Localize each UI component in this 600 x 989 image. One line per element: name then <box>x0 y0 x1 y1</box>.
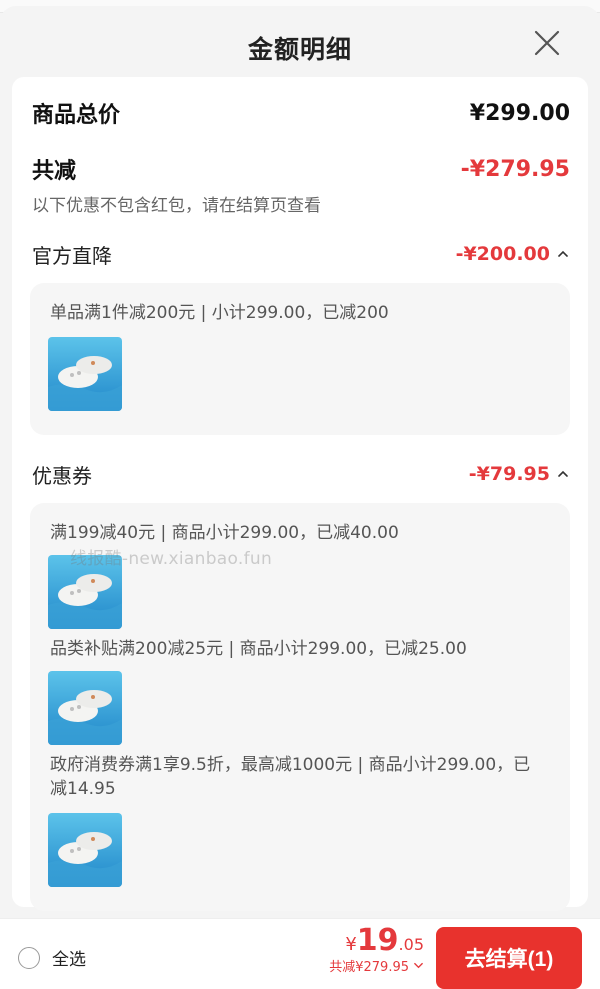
section-value: -¥79.95 <box>468 463 550 485</box>
section-value: -¥200.00 <box>455 243 550 265</box>
checkout-button[interactable]: 去结算(1) <box>436 927 582 989</box>
product-thumbnail[interactable] <box>48 813 122 887</box>
select-all-label: 全选 <box>52 950 86 970</box>
official-discount-panel: 单品满1件减200元 | 小计299.00，已减200 <box>30 283 570 435</box>
saved-amount: 共减¥279.95 <box>329 960 409 975</box>
total-price-row: 商品总价 ¥299.00 <box>32 93 570 133</box>
coupon-rule-text: 政府消费券满1享9.5折，最高减1000元 | 商品小计299.00，已 减14… <box>50 753 556 801</box>
total-price-label: 商品总价 <box>32 103 121 128</box>
price-integer: 19 <box>356 923 399 958</box>
currency-symbol: ¥ <box>345 934 357 955</box>
close-icon[interactable] <box>532 28 562 58</box>
coupon-rule-text: 满199减40元 | 商品小计299.00，已减40.00 <box>50 523 399 543</box>
coupon-rule-line: 减14.95 <box>50 779 116 799</box>
section-label: 优惠券 <box>32 463 92 488</box>
discount-hint: 以下优惠不包含红包，请在结算页查看 <box>32 196 321 216</box>
total-discount-row: 共减 -¥279.95 <box>32 149 570 189</box>
saved-amount-toggle[interactable]: 共减¥279.95 <box>329 956 424 975</box>
chevron-down-icon <box>414 962 423 969</box>
total-discount-value: -¥279.95 <box>460 156 570 182</box>
section-coupons[interactable]: 优惠券 -¥79.95 <box>32 457 570 491</box>
sheet-title: 金额明细 <box>247 35 352 64</box>
coupon-rule-line: 政府消费券满1享9.5折，最高减1000元 | 商品小计299.00，已 <box>50 755 531 775</box>
total-discount-label: 共减 <box>32 159 77 184</box>
total-price-value: ¥299.00 <box>469 100 570 126</box>
price-summary: ¥19.05 共减¥279.95 <box>329 923 424 975</box>
section-official-discount[interactable]: 官方直降 -¥200.00 <box>32 237 570 271</box>
select-all-toggle[interactable]: 全选 <box>18 945 86 970</box>
section-label: 官方直降 <box>32 243 112 268</box>
coupon-rule-text: 品类补贴满200减25元 | 商品小计299.00，已减25.00 <box>50 639 467 659</box>
price-decimal: .05 <box>398 935 424 954</box>
detail-card: 商品总价 ¥299.00 共减 -¥279.95 以下优惠不包含红包，请在结算页… <box>12 77 588 911</box>
radio-icon[interactable] <box>18 946 40 969</box>
watermark: 线报酷-new.xianbao.fun <box>70 549 273 569</box>
final-price: ¥19.05 <box>329 923 424 958</box>
chevron-up-icon <box>558 250 568 257</box>
chevron-up-icon <box>558 470 568 477</box>
sheet-header: 金额明细 <box>0 6 600 82</box>
product-thumbnail[interactable] <box>48 337 122 411</box>
bottom-bar: 全选 ¥19.05 共减¥279.95 去结算(1) <box>0 918 600 989</box>
product-thumbnail[interactable] <box>48 671 122 745</box>
discount-rule-text: 单品满1件减200元 | 小计299.00，已减200 <box>50 303 389 323</box>
